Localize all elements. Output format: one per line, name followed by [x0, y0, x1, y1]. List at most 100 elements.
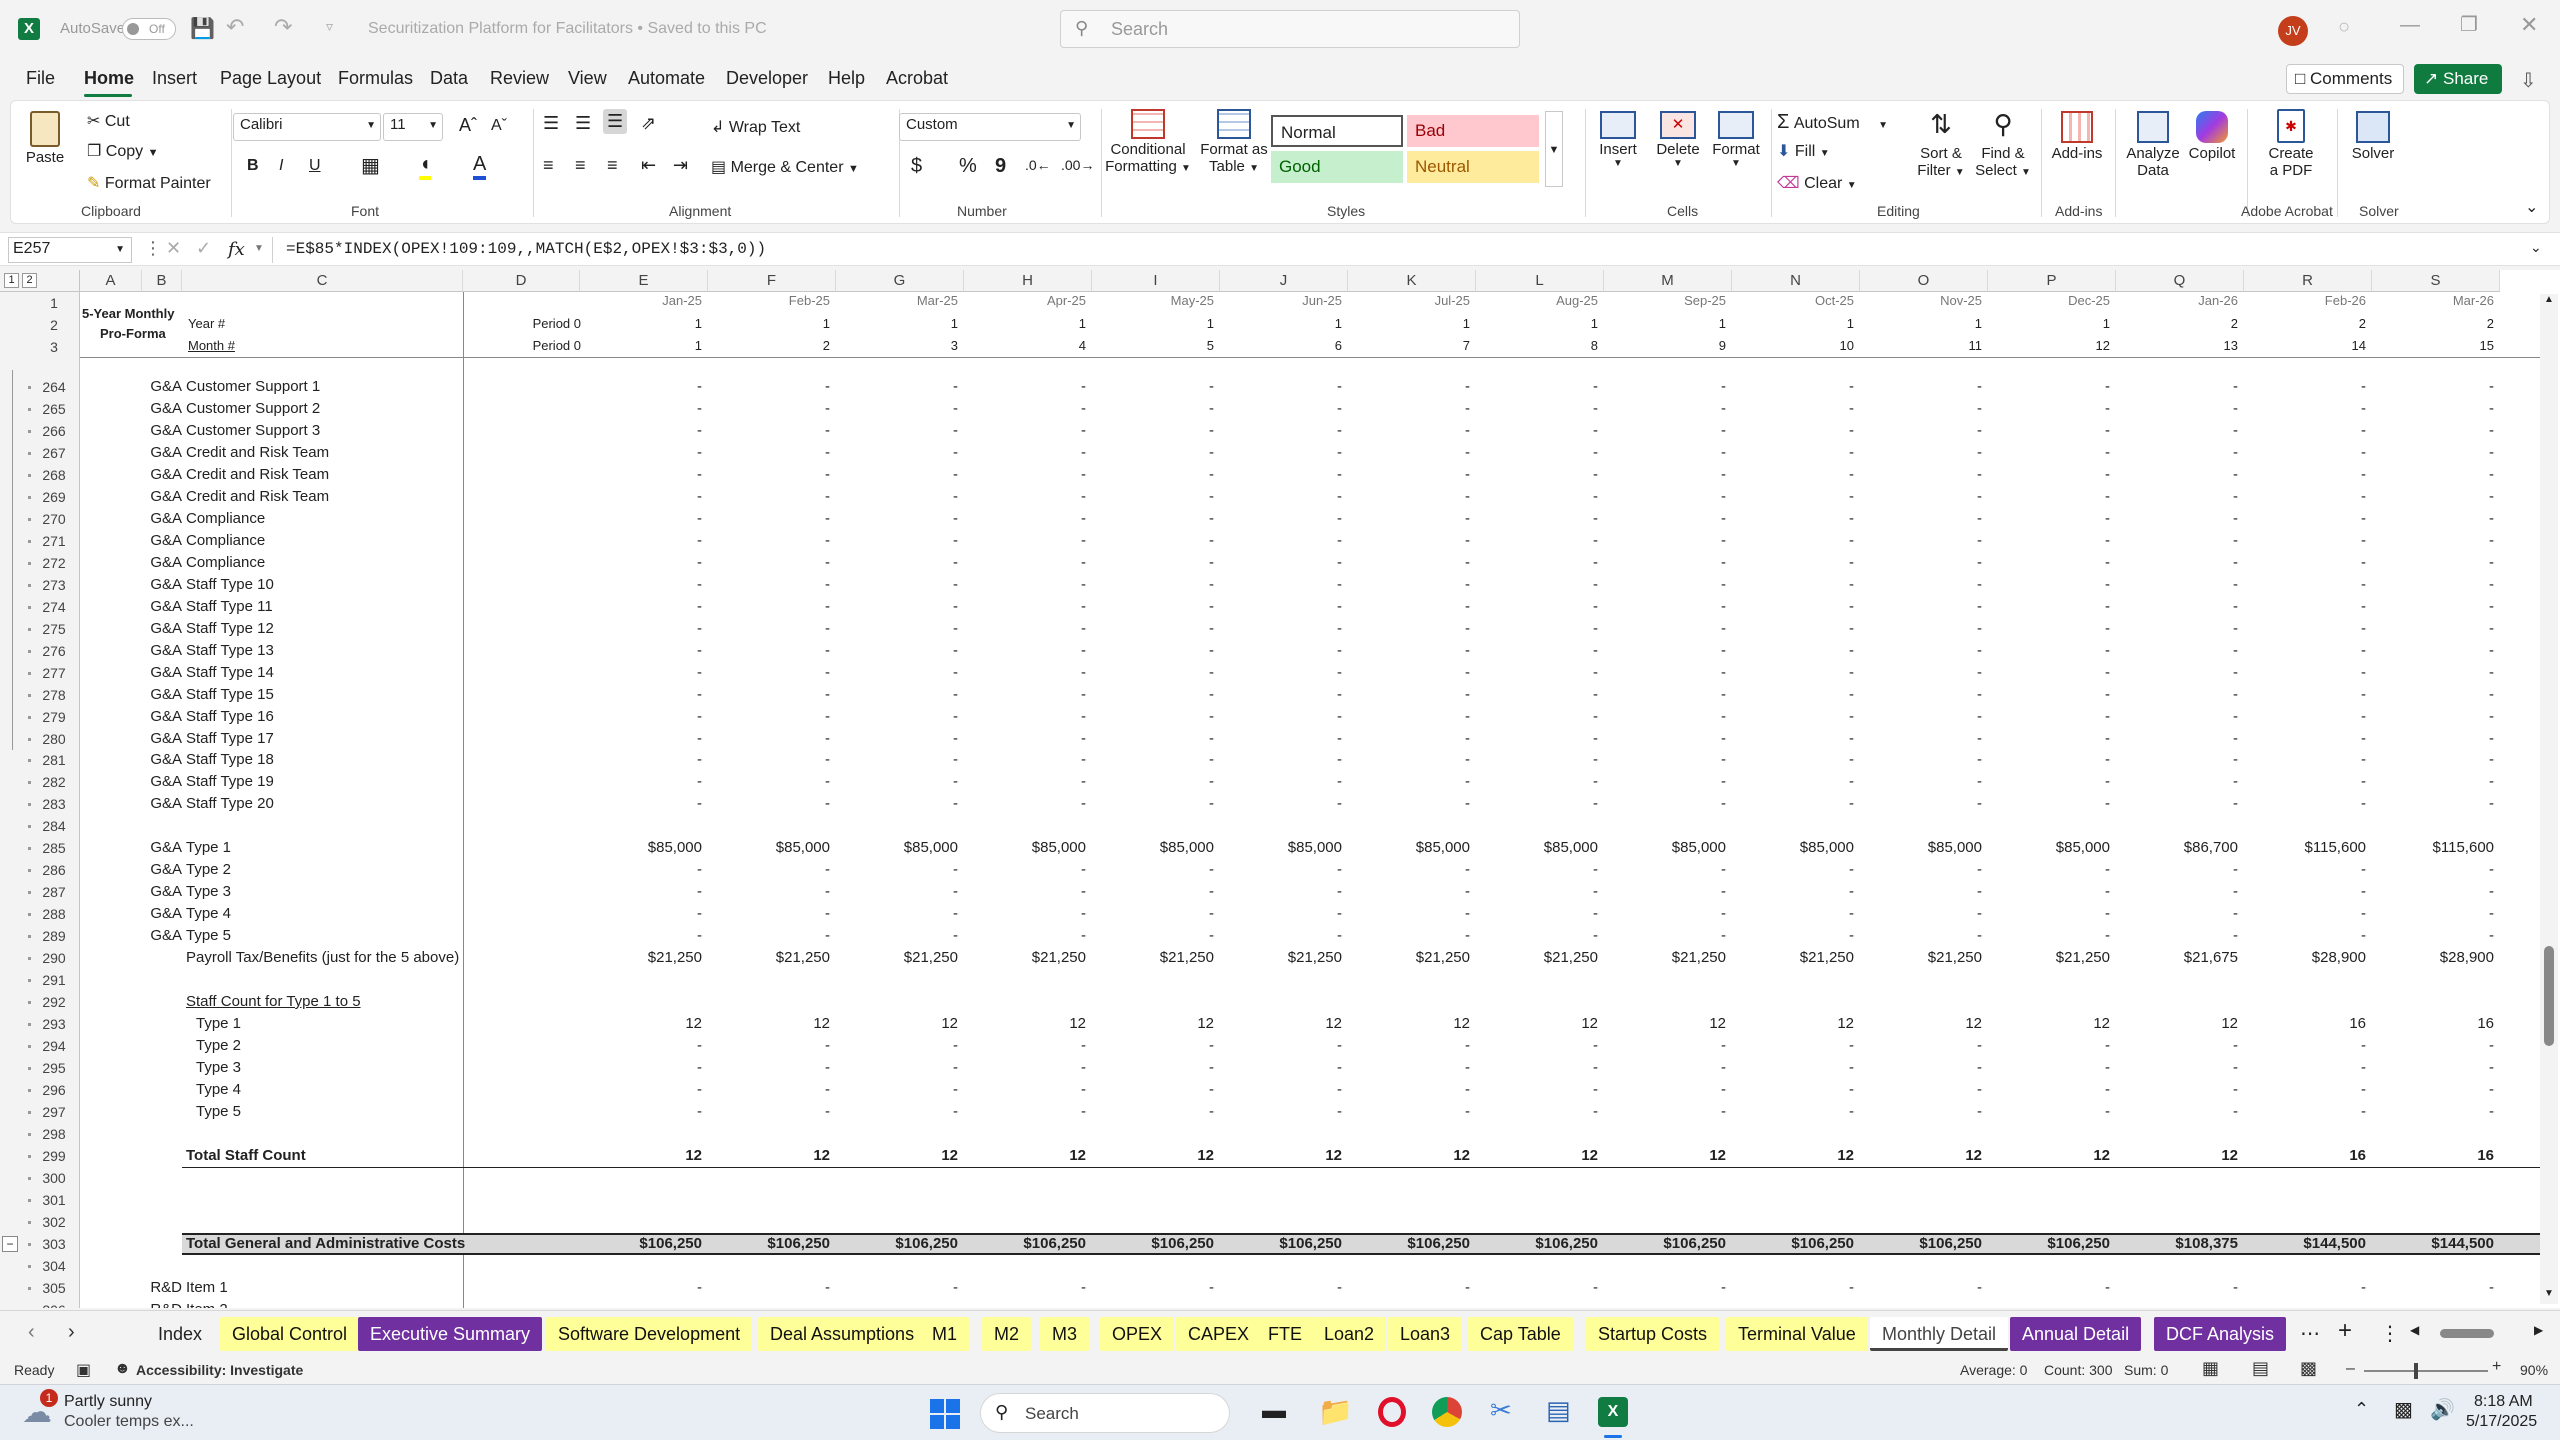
value-cell[interactable]: - [1604, 728, 1726, 750]
value-cell[interactable]: - [1476, 618, 1598, 640]
value-cell[interactable]: - [1988, 881, 2110, 903]
value-cell[interactable]: - [1476, 1277, 1598, 1299]
value-cell[interactable]: - [2244, 442, 2366, 464]
value-cell[interactable]: - [2116, 398, 2238, 420]
value-cell[interactable]: - [1476, 1299, 1598, 1308]
value-cell[interactable]: - [1476, 1101, 1598, 1123]
category-cell[interactable]: R&D [142, 1299, 182, 1308]
value-cell[interactable]: - [1604, 903, 1726, 925]
value-cell[interactable]: - [2372, 1057, 2494, 1079]
value-cell[interactable]: - [1604, 1299, 1726, 1308]
line-item-label[interactable]: Credit and Risk Team [186, 486, 329, 508]
page-break-view-icon[interactable]: ▩ [2300, 1358, 2317, 1379]
value-cell[interactable]: - [580, 925, 702, 947]
value-cell[interactable]: - [964, 574, 1086, 596]
increase-decimal-icon[interactable]: .0← [1025, 157, 1051, 173]
value-cell[interactable]: - [1988, 618, 2110, 640]
value-cell[interactable]: - [836, 530, 958, 552]
decrease-decimal-icon[interactable]: .00→ [1061, 157, 1094, 173]
row-number[interactable]: 303 [28, 1233, 80, 1255]
value-cell[interactable]: - [1348, 1057, 1470, 1079]
value-cell[interactable]: - [1860, 749, 1982, 771]
value-cell[interactable]: $21,250 [580, 947, 702, 969]
value-cell[interactable]: - [1988, 1101, 2110, 1123]
value-cell[interactable]: - [836, 859, 958, 881]
value-cell[interactable]: - [1220, 574, 1342, 596]
value-cell[interactable]: - [1732, 552, 1854, 574]
value-cell[interactable]: - [2244, 596, 2366, 618]
value-cell[interactable]: - [1220, 464, 1342, 486]
value-cell[interactable]: $85,000 [1348, 837, 1470, 859]
value-cell[interactable]: - [1476, 925, 1598, 947]
menu-acrobat[interactable]: Acrobat [886, 68, 948, 89]
value-cell[interactable]: 12 [1860, 1013, 1982, 1035]
value-cell[interactable]: - [836, 376, 958, 398]
value-cell[interactable]: - [1092, 574, 1214, 596]
value-cell[interactable]: - [836, 925, 958, 947]
value-cell[interactable]: - [1988, 1057, 2110, 1079]
line-item-label[interactable]: Staff Type 18 [186, 749, 274, 771]
value-cell[interactable]: 12 [1348, 1145, 1470, 1167]
value-cell[interactable]: - [1476, 596, 1598, 618]
menu-review[interactable]: Review [490, 68, 549, 89]
value-cell[interactable]: - [1348, 530, 1470, 552]
value-cell[interactable]: - [964, 771, 1086, 793]
value-cell[interactable]: - [1988, 596, 2110, 618]
value-cell[interactable]: - [2244, 925, 2366, 947]
value-cell[interactable]: 12 [2116, 1145, 2238, 1167]
value-cell[interactable]: - [1092, 662, 1214, 684]
find-select-button[interactable]: ⚲ Find & Select ▼ [1971, 109, 2035, 179]
autosum-button[interactable]: Σ AutoSum ▼ [1777, 111, 1888, 134]
value-cell[interactable]: - [2116, 530, 2238, 552]
category-cell[interactable]: G&A [142, 442, 182, 464]
value-cell[interactable]: - [1092, 793, 1214, 815]
volume-icon[interactable]: 🔊 [2430, 1397, 2455, 1422]
value-cell[interactable]: - [2116, 728, 2238, 750]
row-number[interactable]: 3 [28, 339, 80, 355]
value-cell[interactable]: - [2372, 793, 2494, 815]
line-item-label[interactable]: Type 3 [186, 881, 231, 903]
value-cell[interactable]: - [836, 1057, 958, 1079]
value-cell[interactable]: - [708, 508, 830, 530]
value-cell[interactable]: - [1860, 1035, 1982, 1057]
align-center-icon[interactable]: ≡ [575, 155, 586, 176]
value-cell[interactable]: - [708, 749, 830, 771]
zoom-out-icon[interactable]: – [2346, 1360, 2355, 1378]
value-cell[interactable]: - [964, 552, 1086, 574]
row-number[interactable]: 273 [28, 574, 80, 596]
taskbar-search[interactable]: ⚲ Search [980, 1393, 1230, 1433]
line-item-label[interactable]: Item 1 [186, 1277, 228, 1299]
value-cell[interactable]: - [2116, 793, 2238, 815]
value-cell[interactable]: - [708, 376, 830, 398]
value-cell[interactable]: - [580, 706, 702, 728]
sort-filter-button[interactable]: ⇅ Sort & Filter ▼ [1909, 109, 1973, 179]
value-cell[interactable]: - [1860, 662, 1982, 684]
value-cell[interactable]: - [836, 1101, 958, 1123]
clock-time[interactable]: 8:18 AM [2474, 1393, 2533, 1411]
category-cell[interactable]: G&A [142, 530, 182, 552]
value-cell[interactable]: - [1860, 618, 1982, 640]
value-cell[interactable]: - [708, 728, 830, 750]
value-cell[interactable]: - [580, 574, 702, 596]
value-cell[interactable]: - [2372, 1079, 2494, 1101]
value-cell[interactable]: - [2116, 1079, 2238, 1101]
value-cell[interactable]: - [1988, 1277, 2110, 1299]
solver-button[interactable]: Solver [2341, 109, 2405, 162]
value-cell[interactable]: - [1220, 1101, 1342, 1123]
column-header[interactable]: S [2372, 270, 2500, 292]
decrease-indent-icon[interactable]: ⇤ [641, 155, 656, 176]
vertical-scrollbar[interactable]: ▲ ▼ [2540, 294, 2558, 1304]
opera-icon[interactable] [1378, 1397, 1406, 1427]
value-cell[interactable]: - [2372, 881, 2494, 903]
value-cell[interactable]: - [2244, 640, 2366, 662]
value-cell[interactable]: - [1220, 684, 1342, 706]
notepad-icon[interactable]: ▤ [1546, 1395, 1571, 1426]
normal-view-icon[interactable]: ▦ [2202, 1358, 2219, 1379]
value-cell[interactable]: - [580, 1277, 702, 1299]
value-cell[interactable]: - [2372, 398, 2494, 420]
line-item-label[interactable]: Staff Type 15 [186, 684, 274, 706]
value-cell[interactable]: - [1732, 903, 1854, 925]
value-cell[interactable]: $85,000 [964, 837, 1086, 859]
sheet-tab[interactable]: FTE [1256, 1317, 1314, 1351]
line-item-label[interactable]: Credit and Risk Team [186, 464, 329, 486]
